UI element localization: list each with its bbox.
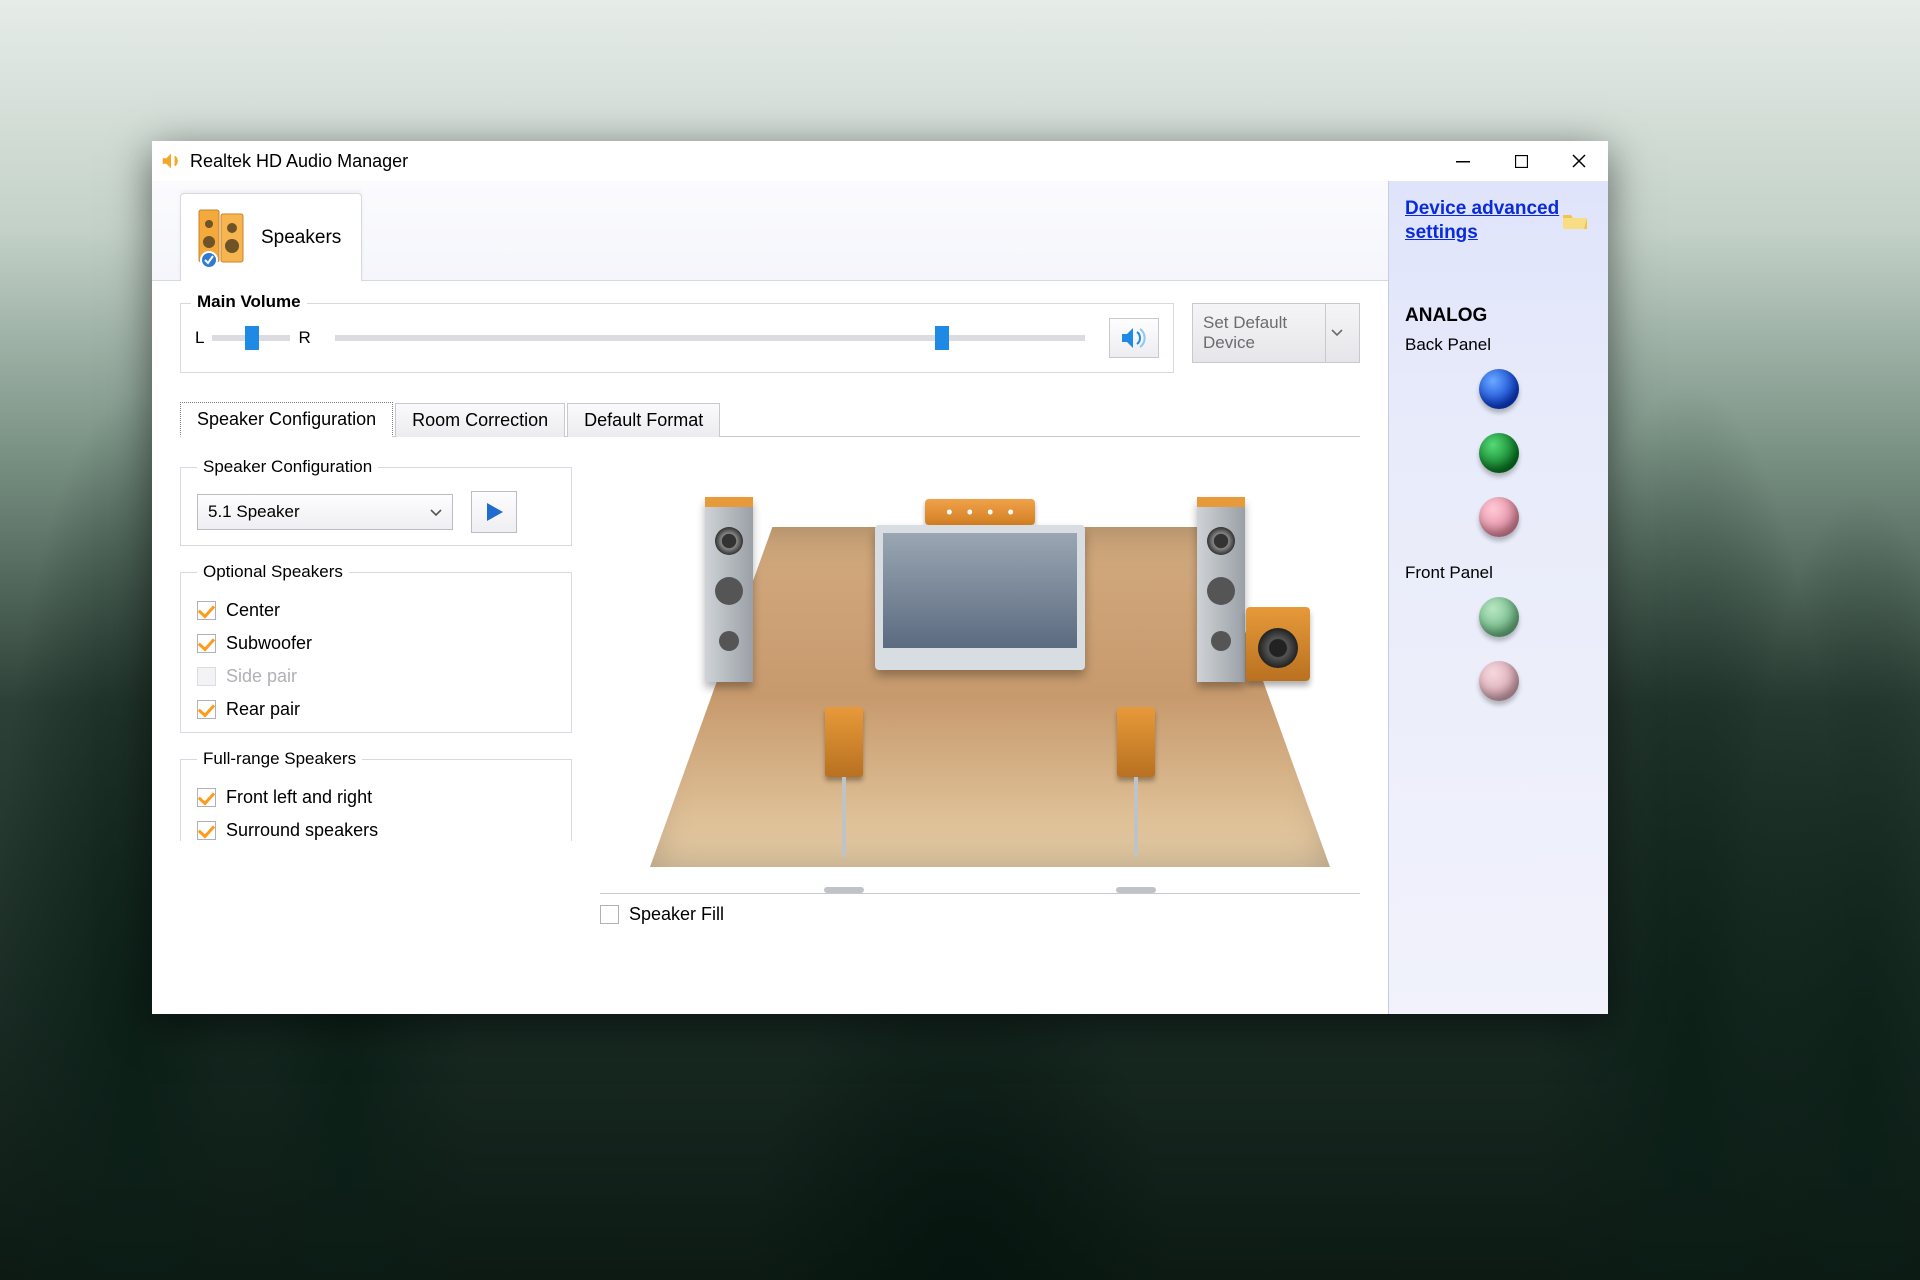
set-default-label: Set Default Device: [1203, 313, 1325, 352]
window-title: Realtek HD Audio Manager: [190, 151, 408, 172]
checkbox-box: [197, 821, 216, 840]
front-panel-label: Front Panel: [1405, 563, 1592, 583]
checkbox-box: [197, 634, 216, 653]
sound-icon: [1120, 327, 1148, 349]
diagram-tv: [875, 525, 1085, 670]
group-legend: Full-range Speakers: [197, 749, 362, 769]
play-icon: [483, 501, 505, 523]
group-legend: Speaker Configuration: [197, 457, 378, 477]
maximize-button[interactable]: [1492, 141, 1550, 181]
checkbox-box: [197, 700, 216, 719]
speaker-config-select[interactable]: 5.1 Speaker: [197, 494, 453, 530]
optional-side-pair-checkbox: Side pair: [197, 666, 555, 687]
set-default-device-button[interactable]: Set Default Device: [1192, 303, 1360, 363]
diagram-front-right-speaker[interactable]: [1197, 497, 1245, 682]
optional-center-checkbox[interactable]: Center: [197, 600, 555, 621]
diagram-rear-left-speaker[interactable]: [825, 707, 863, 777]
subtabs: Speaker Configuration Room Correction De…: [180, 401, 1360, 437]
balance-left-label: L: [195, 328, 204, 348]
tab-default-format[interactable]: Default Format: [567, 403, 720, 437]
checkbox-label: Speaker Fill: [629, 904, 724, 925]
select-value: 5.1 Speaker: [208, 502, 300, 522]
tab-speaker-configuration[interactable]: Speaker Configuration: [180, 402, 393, 437]
diagram-front-left-speaker[interactable]: [705, 497, 753, 682]
checkbox-label: Surround speakers: [226, 820, 378, 841]
minimize-button[interactable]: [1434, 141, 1492, 181]
device-tabs: Speakers: [152, 181, 1388, 281]
balance-control: L R: [195, 328, 311, 348]
jack-back-blue[interactable]: [1479, 369, 1519, 409]
titlebar: Realtek HD Audio Manager: [152, 141, 1608, 181]
window-controls: [1434, 141, 1608, 181]
folder-icon[interactable]: [1562, 211, 1588, 236]
device-tab-speakers[interactable]: Speakers: [180, 193, 362, 281]
balance-thumb[interactable]: [245, 326, 259, 350]
checkbox-label: Center: [226, 600, 280, 621]
speaker-room-diagram[interactable]: [600, 457, 1360, 887]
jack-back-green[interactable]: [1479, 433, 1519, 473]
volume-thumb[interactable]: [935, 326, 949, 350]
tab-label: Default Format: [584, 410, 703, 430]
app-window: Realtek HD Audio Manager: [152, 141, 1608, 1014]
checkbox-box: [600, 905, 619, 924]
fullrange-speakers-group: Full-range Speakers Front left and right…: [180, 749, 572, 841]
checkbox-box: [197, 667, 216, 686]
test-play-button[interactable]: [471, 491, 517, 533]
checkbox-label: Rear pair: [226, 699, 300, 720]
diagram-center-speaker[interactable]: [925, 499, 1035, 525]
checkbox-box: [197, 788, 216, 807]
speaker-configuration-group: Speaker Configuration 5.1 Speaker: [180, 457, 572, 546]
device-tab-label: Speakers: [261, 227, 341, 249]
speakers-icon: [195, 206, 249, 270]
analog-heading: ANALOG: [1405, 305, 1592, 327]
jack-back-pink[interactable]: [1479, 497, 1519, 537]
balance-slider[interactable]: [212, 335, 290, 341]
fullrange-surround-speakers-checkbox[interactable]: Surround speakers: [197, 820, 555, 841]
back-panel-label: Back Panel: [1405, 335, 1592, 355]
balance-right-label: R: [298, 328, 310, 348]
close-button[interactable]: [1550, 141, 1608, 181]
mute-button[interactable]: [1109, 318, 1159, 358]
fullrange-front-left-and-right-checkbox[interactable]: Front left and right: [197, 787, 555, 808]
checkbox-label: Side pair: [226, 666, 297, 687]
group-legend: Optional Speakers: [197, 562, 349, 582]
tab-room-correction[interactable]: Room Correction: [395, 403, 565, 437]
chevron-down-icon: [1325, 304, 1349, 362]
main-volume-legend: Main Volume: [191, 292, 307, 312]
tab-label: Room Correction: [412, 410, 548, 430]
jack-front-green[interactable]: [1479, 597, 1519, 637]
volume-slider[interactable]: [335, 335, 1085, 341]
checkbox-box: [197, 601, 216, 620]
optional-speakers-group: Optional Speakers Center Subwoofer Side pa…: [180, 562, 572, 733]
diagram-rear-right-speaker[interactable]: [1117, 707, 1155, 777]
speaker-fill-checkbox[interactable]: Speaker Fill: [600, 904, 1360, 925]
speaker-app-icon: [160, 150, 182, 172]
chevron-down-icon: [430, 502, 442, 522]
checkbox-label: Subwoofer: [226, 633, 312, 654]
diagram-subwoofer[interactable]: [1246, 607, 1310, 681]
tab-label: Speaker Configuration: [197, 409, 376, 429]
jack-front-pink[interactable]: [1479, 661, 1519, 701]
optional-rear-pair-checkbox[interactable]: Rear pair: [197, 699, 555, 720]
main-volume-group: Main Volume L R: [180, 303, 1174, 373]
optional-subwoofer-checkbox[interactable]: Subwoofer: [197, 633, 555, 654]
connector-panel: Device advanced settings ANALOG Back Pan…: [1388, 181, 1608, 1014]
checkbox-label: Front left and right: [226, 787, 372, 808]
